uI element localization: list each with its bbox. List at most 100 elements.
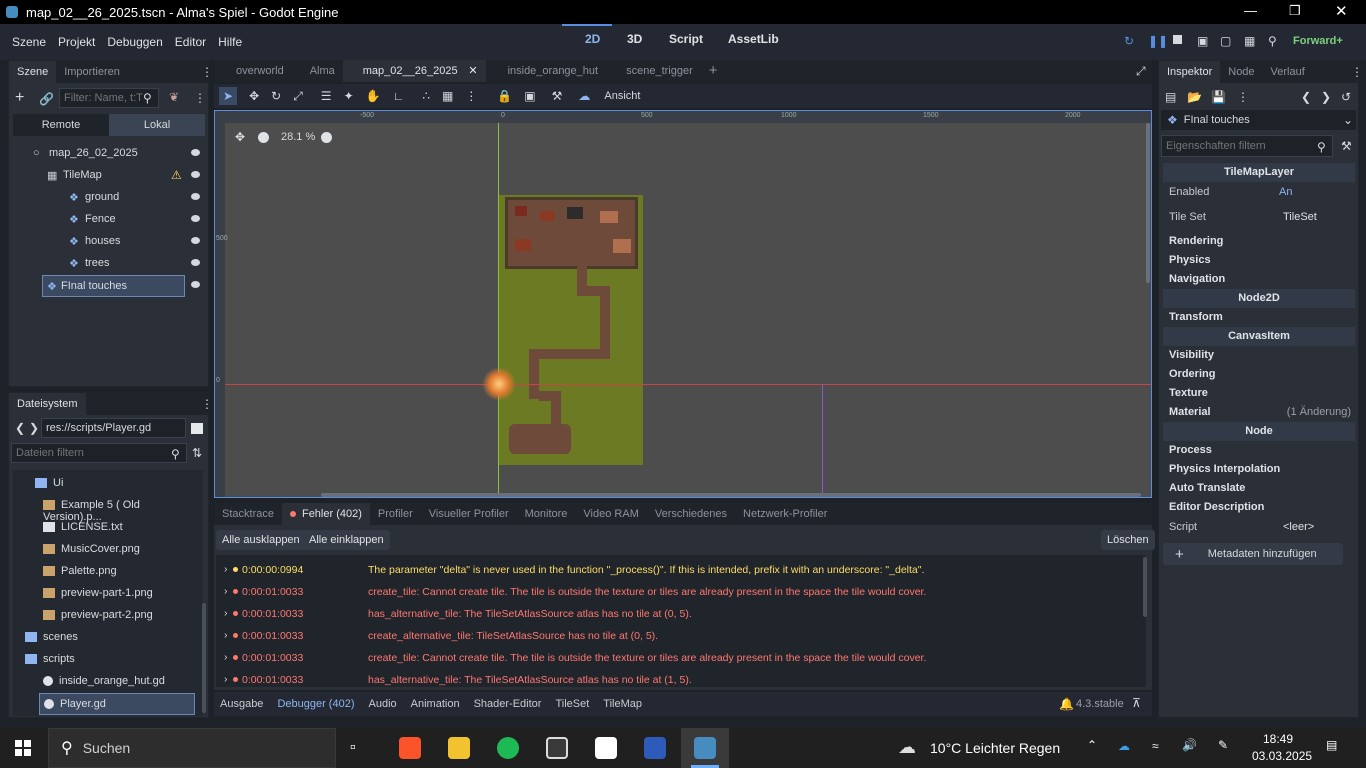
notification-center-icon[interactable]: ▤ [1326,738,1337,752]
scene-tree-node[interactable]: ❖ trees [17,253,213,275]
smart-snap-icon[interactable]: ∴ [422,89,430,103]
expand-arrow-icon[interactable]: › [224,673,228,685]
property-group[interactable]: Auto Translate [1163,479,1355,498]
visibility-eye-icon[interactable] [191,171,200,178]
ruler-tool-icon[interactable]: ∟ [393,89,405,103]
menu-szene[interactable]: Szene [12,35,46,49]
tab-importieren[interactable]: Importieren [56,61,128,83]
scene-tree-node[interactable]: ❖ Fence [17,209,213,231]
property-group[interactable]: Editor Description [1163,498,1355,517]
snap-options-icon[interactable]: ⋮ [465,89,477,103]
tab-monitors[interactable]: Monitore [517,503,576,525]
scene-tree-node[interactable]: ▦ TileMap [17,165,213,187]
file-item[interactable]: Ui [31,473,195,495]
property-group[interactable]: Material (1 Änderung) [1163,403,1355,422]
tab-szene[interactable]: Szene [9,61,57,83]
scene-tree-node[interactable]: ❖ ground [17,187,213,209]
error-row[interactable]: › 0:00:01:0033 has_alternative_tile: The T… [224,669,1144,687]
workspace-assetlib-button[interactable]: AssetLib [728,32,779,46]
scene-tree-node[interactable]: ❖ FInal touches [42,275,185,297]
viewport-h-scrollbar[interactable] [321,493,1141,497]
scene-tab-map[interactable]: map_02__26_2025 ✕ [342,60,486,82]
rotate-tool-icon[interactable]: ↻ [271,89,281,103]
expand-arrow-icon[interactable]: › [224,651,228,663]
view-menu[interactable]: Ansicht [604,90,640,102]
wifi-icon[interactable]: ≈ [1152,739,1159,753]
close-tab-icon[interactable]: ✕ [468,60,477,82]
menu-editor[interactable]: Editor [175,35,206,49]
property-group[interactable]: Visibility [1163,346,1355,365]
property-group[interactable]: Navigation [1163,270,1355,289]
move-tool-icon[interactable]: ✥ [249,89,259,103]
sort-icon[interactable]: ⇅ [192,446,202,460]
add-node-button[interactable]: + [15,89,24,107]
taskbar-search-box[interactable]: ⚲ Suchen [48,728,336,768]
run-scene-icon[interactable]: ▢ [1220,34,1231,48]
scene-tree-node[interactable]: ○ map_26_02_2025 [17,143,213,165]
file-item[interactable]: Player.gd [39,693,195,715]
property-group[interactable]: Texture [1163,384,1355,403]
zoom-icon[interactable]: ⚲ [1268,34,1277,48]
group-icon[interactable]: ▣ [524,89,535,103]
back-icon[interactable]: ❮ [15,421,25,435]
bottom-tab-output[interactable]: Ausgabe [220,698,263,710]
clear-button[interactable]: Löschen [1101,530,1155,550]
tab-visual-profiler[interactable]: Visueller Profiler [421,503,517,525]
property-group[interactable]: Physics [1163,251,1355,270]
class-header[interactable]: Node [1163,422,1355,441]
clock-time[interactable]: 18:49 [1263,732,1293,746]
resource-options-icon[interactable]: ⋮ [1237,90,1249,104]
file-item[interactable]: LICENSE.txt [39,517,195,539]
bottom-tab-tileset[interactable]: TileSet [555,698,589,710]
panel-menu-icon[interactable]: ⋮ [201,65,213,79]
property-group[interactable]: Rendering [1163,232,1355,251]
pan-tool-icon[interactable]: ✋ [366,89,381,103]
file-item[interactable]: MusicCover.png [39,539,195,561]
tab-inspector[interactable]: Inspektor [1159,61,1221,83]
expand-all-button[interactable]: Alle ausklappen [216,530,306,550]
list-select-icon[interactable]: ☰ [321,89,332,103]
panel-menu-icon[interactable]: ⋮ [201,397,213,411]
select-tool-icon[interactable]: ➤ [219,87,238,105]
bottom-tab-audio[interactable]: Audio [369,698,397,710]
tab-network-profiler[interactable]: Netzwerk-Profiler [735,503,835,525]
zoom-out-button[interactable] [258,132,269,143]
property-value[interactable]: <leer> [1283,521,1314,533]
close-window-button[interactable]: ✕ [1335,2,1348,20]
warning-icon[interactable]: ⚠ [171,168,182,182]
zoom-in-button[interactable] [321,132,332,143]
tab-video-ram[interactable]: Video RAM [575,503,646,525]
tab-node[interactable]: Node [1220,61,1262,83]
property-value[interactable]: TileSet [1283,211,1317,223]
tool-icon[interactable]: ⚒ [1341,139,1352,153]
scene-tab-inside-orange-hut[interactable]: inside_orange_hut [486,60,607,82]
tab-errors[interactable]: Fehler (402) [281,503,370,525]
tab-profiler[interactable]: Profiler [370,503,421,525]
windows-start-button[interactable] [15,740,31,756]
camera-override-icon[interactable]: ☁ [578,89,590,103]
tab-history[interactable]: Verlauf [1263,61,1313,83]
expand-arrow-icon[interactable]: › [224,629,228,641]
visibility-eye-icon[interactable] [191,193,200,200]
add-scene-tab-button[interactable]: + [701,60,726,82]
menu-debuggen[interactable]: Debuggen [107,35,162,49]
object-history-icon[interactable]: ↺ [1341,90,1351,104]
scene-tree-node[interactable]: ❖ houses [17,231,213,253]
clock-date[interactable]: 03.03.2025 [1252,749,1312,763]
lock-icon[interactable]: 🔒 [497,89,512,103]
file-item[interactable]: preview-part-2.png [39,605,195,627]
bottom-tab-animation[interactable]: Animation [411,698,460,710]
error-row[interactable]: › 0:00:01:0033 create_tile: Cannot create … [224,647,1144,669]
bone-icon[interactable]: ⚒ [552,89,563,103]
remote-debug-icon[interactable]: ▣ [1197,34,1208,48]
file-scrollbar[interactable] [202,603,206,713]
file-filter-input[interactable] [11,443,187,463]
grid-snap-icon[interactable]: ▦ [442,89,453,103]
history-forward-icon[interactable]: ❯ [1321,90,1331,104]
scene-options-icon[interactable]: ⋮ [194,91,206,105]
property-group[interactable]: Ordering [1163,365,1355,384]
scene-tab-alma[interactable]: Alma [292,60,343,82]
local-tab[interactable]: Lokal [109,114,205,136]
expand-panel-icon[interactable]: ⊼ [1132,696,1141,710]
enabled-checkbox[interactable]: An [1279,186,1292,198]
